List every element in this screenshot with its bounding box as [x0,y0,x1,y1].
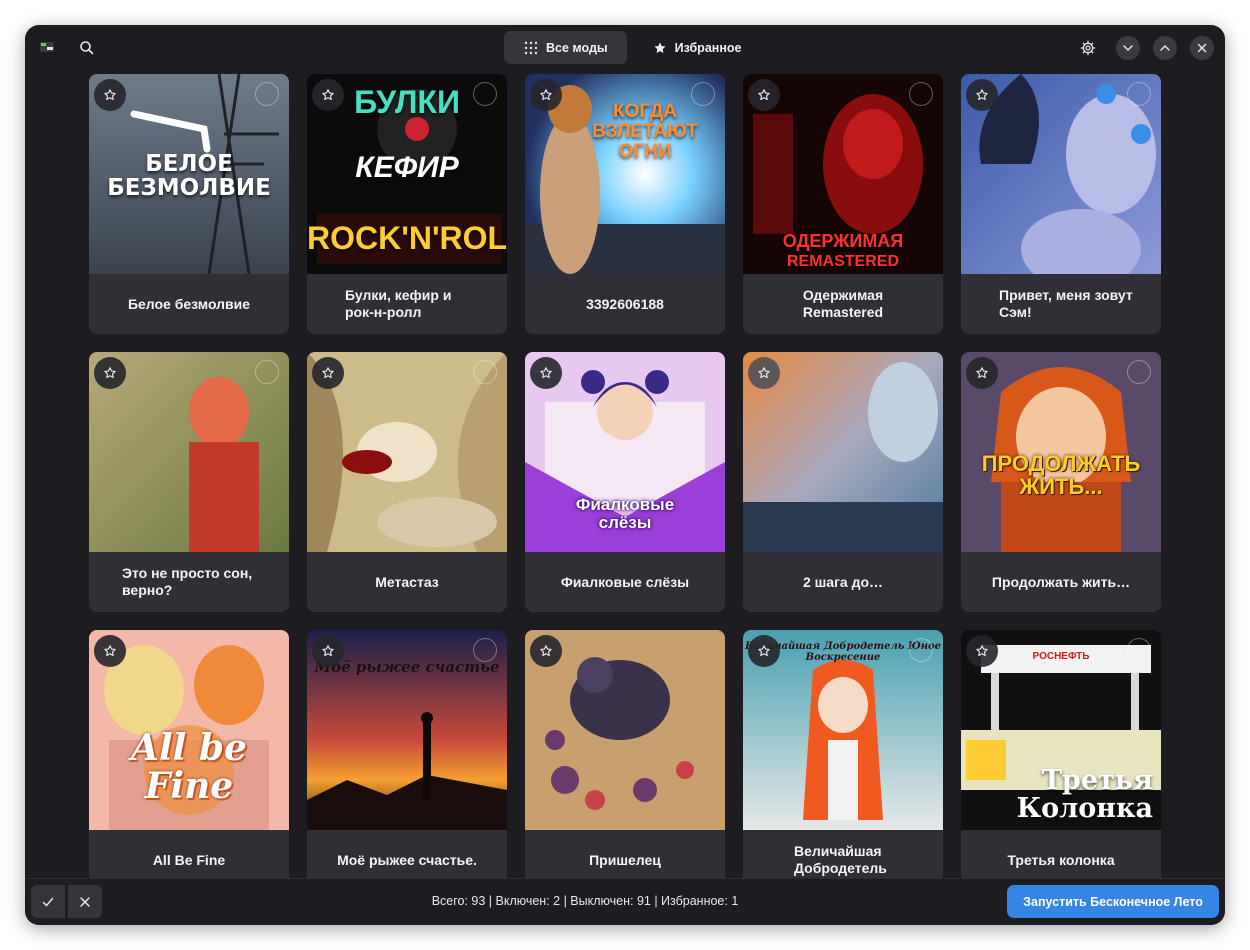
star-outline-icon [322,645,334,657]
favorite-button[interactable] [312,635,344,667]
favorite-button[interactable] [530,635,562,667]
select-checkbox[interactable] [1127,360,1151,384]
launch-game-button[interactable]: Запустить Бесконечное Лето [1007,885,1219,918]
mod-card[interactable]: 2 шага до… [743,352,943,612]
star-outline-icon [104,367,116,379]
favorite-button[interactable] [94,357,126,389]
select-checkbox[interactable] [473,360,497,384]
app-window: Все моды Избранное БЕЛОЕ БЕЗМОЛВИЕ Белое… [25,25,1225,925]
mod-title: Продолжать жить… [991,573,1131,590]
star-outline-icon [758,367,770,379]
title-bar: Все моды Избранное [25,25,1225,71]
mod-title: 3392606188 [586,295,664,312]
favorite-button[interactable] [748,635,780,667]
app-logo-icon [40,42,54,52]
close-button[interactable] [1190,36,1214,60]
favorite-button[interactable] [966,635,998,667]
mod-title: Это не просто сон, верно? [122,565,253,598]
tab-bar: Все моды Избранное [504,31,760,64]
mod-title: Фиалковые слёзы [560,573,690,590]
favorite-button[interactable] [312,79,344,111]
favorite-button[interactable] [966,79,998,111]
mod-card[interactable]: Метастаз [307,352,507,612]
chevron-down-icon [1123,45,1133,51]
favorite-button[interactable] [94,79,126,111]
mod-stats: Всего: 93 | Включен: 2 | Выключен: 91 | … [431,894,739,908]
grid-icon [524,41,538,54]
star-outline-icon [976,367,988,379]
mod-title: Одержимая Remastered [802,287,884,320]
mod-card[interactable]: Фиалковые слёзы Фиалковые слёзы [525,352,725,612]
mod-card[interactable]: БЕЛОЕ БЕЗМОЛВИЕ Белое безмолвие [89,74,289,334]
close-icon [1197,43,1207,53]
select-checkbox[interactable] [909,638,933,662]
search-icon [80,41,94,55]
select-checkbox[interactable] [691,82,715,106]
favorite-button[interactable] [530,79,562,111]
star-filled-icon [654,41,666,53]
star-outline-icon [322,367,334,379]
favorite-button[interactable] [312,357,344,389]
mod-card[interactable]: Моё рыжее счастье Моё рыжее счастье. [307,630,507,890]
select-checkbox[interactable] [255,82,279,106]
select-checkbox[interactable] [473,638,497,662]
star-outline-icon [322,89,334,101]
star-outline-icon [976,645,988,657]
select-checkbox[interactable] [1127,82,1151,106]
star-outline-icon [540,645,552,657]
mod-card[interactable]: Пришелец [525,630,725,890]
mod-card[interactable]: КОГДА ВЗЛЕТАЮТ ОГНИ 3392606188 [525,74,725,334]
select-checkbox[interactable] [909,82,933,106]
favorite-button[interactable] [94,635,126,667]
mod-card[interactable]: ПРОДОЛЖАТЬ ЖИТЬ... Продолжать жить… [961,352,1161,612]
select-checkbox[interactable] [1127,638,1151,662]
mod-title: Булки, кефир и рок-н-ролл [345,287,452,320]
favorite-button[interactable] [748,357,780,389]
mod-title: Белое безмолвие [127,295,251,312]
star-outline-icon [540,367,552,379]
chevron-up-icon [1160,45,1170,51]
status-bar: Всего: 93 | Включен: 2 | Выключен: 91 | … [25,878,1225,925]
tab-favorites-label: Избранное [674,40,742,55]
settings-button[interactable] [1076,36,1100,60]
star-outline-icon [104,89,116,101]
star-outline-icon [104,645,116,657]
mod-card[interactable]: Это не просто сон, верно? [89,352,289,612]
mod-title: Метастаз [375,573,439,590]
favorite-button[interactable] [966,357,998,389]
tab-favorites[interactable]: Избранное [633,31,761,64]
star-outline-icon [976,89,988,101]
select-checkbox[interactable] [255,360,279,384]
tab-all-mods-label: Все моды [546,40,608,55]
mod-title: 2 шага до… [802,573,884,590]
mod-card[interactable]: Привет, меня зовут Сэм! [961,74,1161,334]
select-checkbox[interactable] [473,82,497,106]
minimize-button[interactable] [1116,36,1140,60]
mod-card[interactable]: БУЛКИ КЕФИР ROCK'N'ROLL Булки, кефир и р… [307,74,507,334]
star-outline-icon [758,89,770,101]
maximize-button[interactable] [1153,36,1177,60]
mod-title: Привет, меня зовут Сэм! [999,287,1133,320]
mod-card[interactable]: ОДЕРЖИМАЯ REMASTERED Одержимая Remastered [743,74,943,334]
favorite-button[interactable] [530,357,562,389]
favorite-button[interactable] [748,79,780,111]
mod-card[interactable]: All be Fine All Be Fine [89,630,289,890]
gear-icon [1080,40,1096,56]
star-outline-icon [540,89,552,101]
mod-card[interactable]: Величайшая Добродетель Юное Воскресение … [743,630,943,890]
star-outline-icon [758,645,770,657]
search-button[interactable] [77,38,97,58]
tab-all-mods[interactable]: Все моды [504,31,627,64]
mod-card[interactable]: РОСНЕФТЬ Третья Колонка Третья колонка [961,630,1161,890]
mod-grid: БЕЛОЕ БЕЗМОЛВИЕ Белое безмолвие БУЛКИ КЕФ… [89,74,1161,904]
